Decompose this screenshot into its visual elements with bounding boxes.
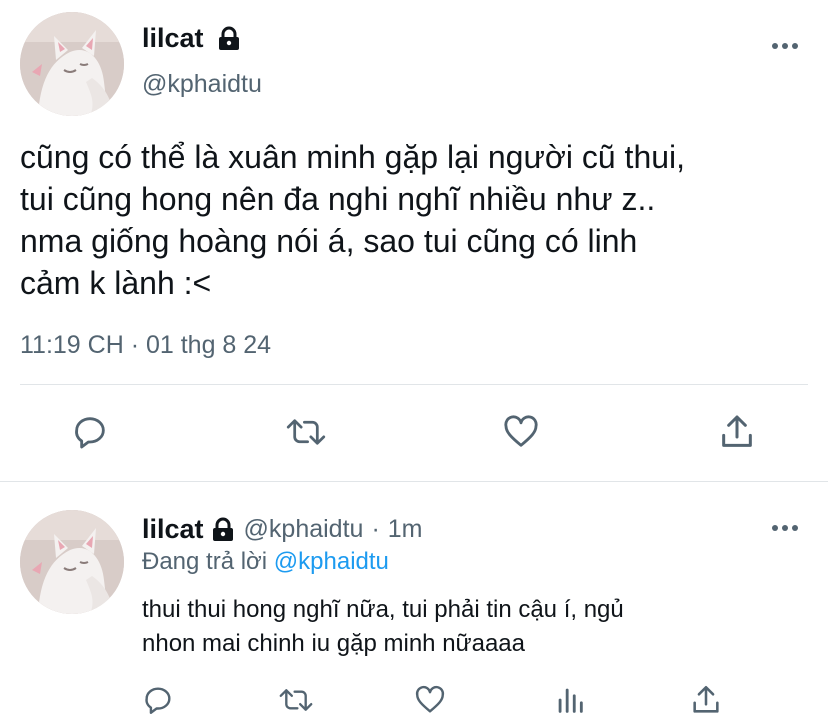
user-handle[interactable]: @kphaidtu: [244, 515, 364, 544]
lock-icon: [216, 26, 242, 52]
tweet-text-line: tui cũng hong nên đa nghi nghĩ nhiều như…: [20, 181, 656, 217]
like-button[interactable]: [410, 680, 450, 720]
reply-header: lilcat @kphaidtu · 1m: [142, 514, 423, 545]
retweet-button[interactable]: [282, 410, 330, 454]
reply-text-line: thui thui hong nghĩ nữa, tui phải tin cậ…: [142, 596, 624, 623]
tweet-text: cũng có thể là xuân minh gặp lại người c…: [20, 136, 685, 304]
reply-button[interactable]: [66, 410, 114, 454]
retweet-icon: [279, 689, 313, 711]
analytics-button[interactable]: [550, 680, 590, 720]
separator-dot: ·: [371, 515, 380, 543]
like-button[interactable]: [497, 410, 545, 454]
lock-icon: [210, 517, 236, 543]
replying-to: Đang trả lời @kphaidtu: [142, 548, 389, 576]
more-options-icon[interactable]: [770, 36, 800, 56]
tweet-text-line: cũng có thể là xuân minh gặp lại người c…: [20, 139, 686, 175]
reply-text: thui thui hong nghĩ nữa, tui phải tin cậ…: [142, 593, 624, 661]
analytics-icon: [558, 688, 583, 713]
replying-to-link[interactable]: @kphaidtu: [274, 548, 389, 575]
retweet-icon: [286, 419, 326, 445]
like-icon: [504, 415, 538, 447]
tweet-timestamp[interactable]: 11:19 CH · 01 thg 8 24: [20, 331, 271, 360]
tweet-text-line: nma giống hoàng nói á, sao tui cũng có l…: [20, 223, 638, 259]
cat-avatar-image: [20, 510, 124, 614]
user-handle[interactable]: @kphaidtu: [142, 70, 262, 99]
display-name[interactable]: lilcat: [142, 514, 204, 545]
reply-icon: [145, 687, 171, 714]
tweet-age[interactable]: 1m: [388, 515, 423, 544]
avatar[interactable]: [20, 510, 124, 614]
display-name[interactable]: lilcat: [142, 23, 204, 54]
retweet-button[interactable]: [275, 680, 317, 720]
tweet-text-line: cảm k lành :<: [20, 265, 212, 301]
more-options-icon[interactable]: [770, 518, 800, 538]
replying-to-label: Đang trả lời: [142, 548, 268, 575]
reply-button[interactable]: [138, 680, 178, 720]
divider: [20, 384, 808, 385]
share-icon: [693, 685, 719, 713]
cat-avatar-image: [20, 12, 124, 116]
reply-icon: [75, 417, 105, 449]
like-icon: [415, 685, 445, 713]
share-button[interactable]: [713, 410, 761, 454]
reply-text-line: nhon mai chinh iu gặp minh nữaaaa: [142, 630, 525, 657]
share-button[interactable]: [686, 680, 726, 720]
avatar[interactable]: [20, 12, 124, 116]
section-divider: [0, 481, 828, 482]
share-icon: [722, 415, 752, 447]
